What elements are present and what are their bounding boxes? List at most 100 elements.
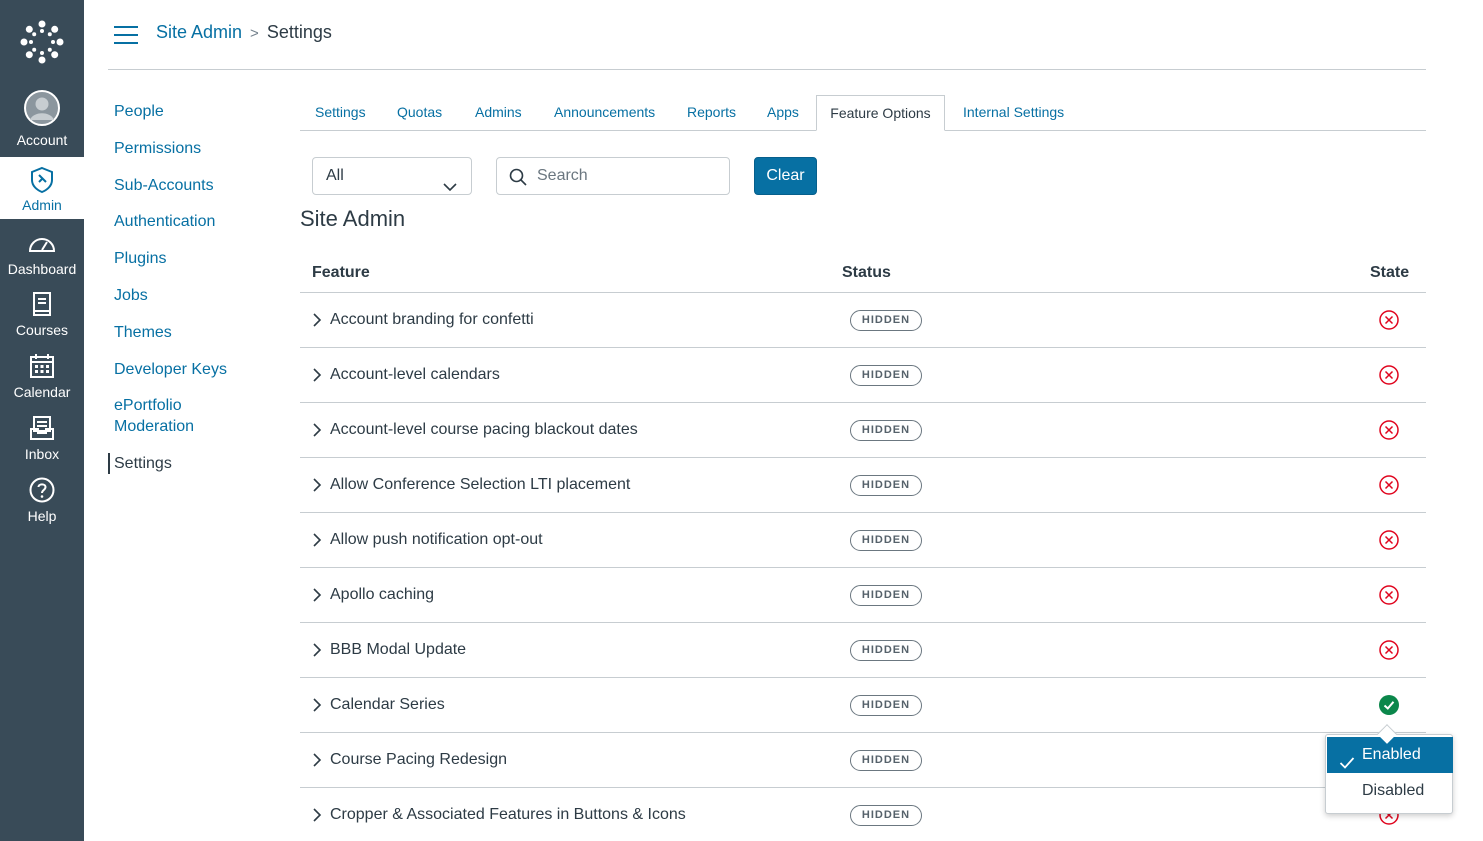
table-row: Apollo caching HIDDEN xyxy=(300,568,1426,623)
sidebar-item-themes[interactable]: Themes xyxy=(108,322,278,343)
chevron-right-icon[interactable] xyxy=(312,367,322,388)
nav-dashboard-label: Dashboard xyxy=(7,261,77,277)
status-badge: HIDDEN xyxy=(850,750,922,771)
sidebar-item-settings[interactable]: Settings xyxy=(108,453,278,474)
table-row: Cropper & Associated Features in Buttons… xyxy=(300,788,1426,841)
sidebar-item-jobs[interactable]: Jobs xyxy=(108,285,278,306)
section-title: Site Admin xyxy=(300,206,406,231)
tab-announcements[interactable]: Announcements xyxy=(554,95,655,131)
nav-inbox[interactable]: Inbox xyxy=(0,410,84,474)
feature-filter-value: All xyxy=(326,167,344,184)
x-circle-icon[interactable] xyxy=(1378,474,1400,496)
breadcrumb: Site Admin > Settings xyxy=(156,20,332,46)
chevron-down-icon xyxy=(443,170,457,206)
feature-name[interactable]: Apollo caching xyxy=(330,585,434,605)
feature-name[interactable]: Account branding for confetti xyxy=(330,310,534,330)
chevron-right-icon[interactable] xyxy=(312,642,322,663)
nav-admin-label: Admin xyxy=(22,197,62,213)
chevron-right-icon[interactable] xyxy=(312,422,322,443)
status-badge: HIDDEN xyxy=(850,530,922,551)
hamburger-menu-button[interactable] xyxy=(114,26,138,44)
tab-quotas[interactable]: Quotas xyxy=(397,95,442,131)
sidebar-item-developer-keys[interactable]: Developer Keys xyxy=(108,359,278,380)
canvas-logo-icon[interactable] xyxy=(0,0,84,84)
avatar xyxy=(0,84,84,132)
dashboard-icon xyxy=(0,225,84,261)
chevron-right-icon[interactable] xyxy=(312,587,322,608)
feature-name[interactable]: Account-level calendars xyxy=(330,365,500,385)
nav-admin[interactable]: Admin xyxy=(0,157,84,219)
breadcrumb-site-admin-link[interactable]: Site Admin xyxy=(156,22,242,42)
feature-name[interactable]: Cropper & Associated Features in Buttons… xyxy=(330,805,686,825)
nav-dashboard[interactable]: Dashboard xyxy=(0,225,84,289)
features-table-header: Feature Status State xyxy=(300,260,1426,293)
feature-name[interactable]: Course Pacing Redesign xyxy=(330,750,507,770)
tab-admins[interactable]: Admins xyxy=(475,95,522,131)
table-row: Account-level calendars HIDDEN xyxy=(300,348,1426,403)
sidebar-item-eportfolio[interactable]: ePortfolio xyxy=(108,395,278,416)
search-icon xyxy=(509,168,527,191)
menu-item-disabled-label: Disabled xyxy=(1362,782,1425,799)
feature-name[interactable]: Calendar Series xyxy=(330,695,445,715)
chevron-right-icon[interactable] xyxy=(312,807,322,828)
nav-calendar[interactable]: Calendar xyxy=(0,348,84,412)
status-badge: HIDDEN xyxy=(850,640,922,661)
x-circle-icon[interactable] xyxy=(1378,639,1400,661)
sidebar-item-sub-accounts[interactable]: Sub-Accounts xyxy=(108,175,278,196)
feature-name[interactable]: Account-level course pacing blackout dat… xyxy=(330,420,638,440)
column-header-status: Status xyxy=(842,264,891,281)
status-badge: HIDDEN xyxy=(850,475,922,496)
nav-help-label: Help xyxy=(27,508,57,524)
nav-help[interactable]: Help xyxy=(0,472,84,536)
sidebar-item-permissions[interactable]: Permissions xyxy=(108,138,278,159)
x-circle-icon[interactable] xyxy=(1378,419,1400,441)
menu-item-disabled[interactable]: Disabled xyxy=(1327,773,1453,809)
x-circle-icon[interactable] xyxy=(1378,364,1400,386)
x-circle-icon[interactable] xyxy=(1378,584,1400,606)
table-row: Allow Conference Selection LTI placement… xyxy=(300,458,1426,513)
book-icon xyxy=(0,286,84,322)
nav-courses-label: Courses xyxy=(15,322,69,338)
x-circle-icon[interactable] xyxy=(1378,529,1400,551)
chevron-right-icon[interactable] xyxy=(312,752,322,773)
feature-name[interactable]: Allow push notification opt-out xyxy=(330,530,543,550)
search-input[interactable] xyxy=(537,164,723,188)
chevron-right-icon[interactable] xyxy=(312,312,322,333)
nav-account[interactable]: Account xyxy=(0,84,84,154)
help-icon xyxy=(0,472,84,508)
header-divider xyxy=(108,69,1426,70)
sidebar-item-people[interactable]: People xyxy=(108,101,278,122)
chevron-right-icon[interactable] xyxy=(312,532,322,553)
nav-courses[interactable]: Courses xyxy=(0,286,84,350)
tab-feature-options[interactable]: Feature Options xyxy=(816,95,945,131)
tab-internal-settings[interactable]: Internal Settings xyxy=(963,95,1064,131)
x-circle-icon[interactable] xyxy=(1378,309,1400,331)
sidebar-item-plugins[interactable]: Plugins xyxy=(108,248,278,269)
check-circle-icon[interactable] xyxy=(1378,694,1400,716)
tab-settings[interactable]: Settings xyxy=(315,95,366,131)
global-navigation: Account Admin Dashboard Courses Calendar… xyxy=(0,0,84,841)
tab-apps[interactable]: Apps xyxy=(767,95,799,131)
breadcrumb-separator: > xyxy=(250,25,259,42)
column-header-feature: Feature xyxy=(312,264,370,281)
sidebar-item-moderation[interactable]: Moderation xyxy=(108,416,278,437)
sidebar-item-authentication[interactable]: Authentication xyxy=(108,211,278,232)
status-badge: HIDDEN xyxy=(850,695,922,716)
state-menu: Enabled Disabled xyxy=(1325,734,1453,814)
nav-calendar-label: Calendar xyxy=(13,384,71,400)
chevron-right-icon[interactable] xyxy=(312,477,322,498)
table-row: Course Pacing Redesign HIDDEN xyxy=(300,733,1426,788)
feature-filter-select[interactable]: All xyxy=(312,157,472,195)
settings-tabs: Settings Quotas Admins Announcements Rep… xyxy=(300,95,1426,131)
table-row: Allow push notification opt-out HIDDEN xyxy=(300,513,1426,568)
search-field[interactable] xyxy=(496,157,730,195)
menu-item-enabled[interactable]: Enabled xyxy=(1327,737,1453,773)
feature-name[interactable]: Allow Conference Selection LTI placement xyxy=(330,475,630,495)
menu-item-enabled-label: Enabled xyxy=(1362,746,1421,763)
feature-name[interactable]: BBB Modal Update xyxy=(330,640,466,660)
clear-button[interactable]: Clear xyxy=(754,157,817,195)
chevron-right-icon[interactable] xyxy=(312,697,322,718)
tab-reports[interactable]: Reports xyxy=(687,95,736,131)
inbox-icon xyxy=(0,410,84,446)
status-badge: HIDDEN xyxy=(850,365,922,386)
